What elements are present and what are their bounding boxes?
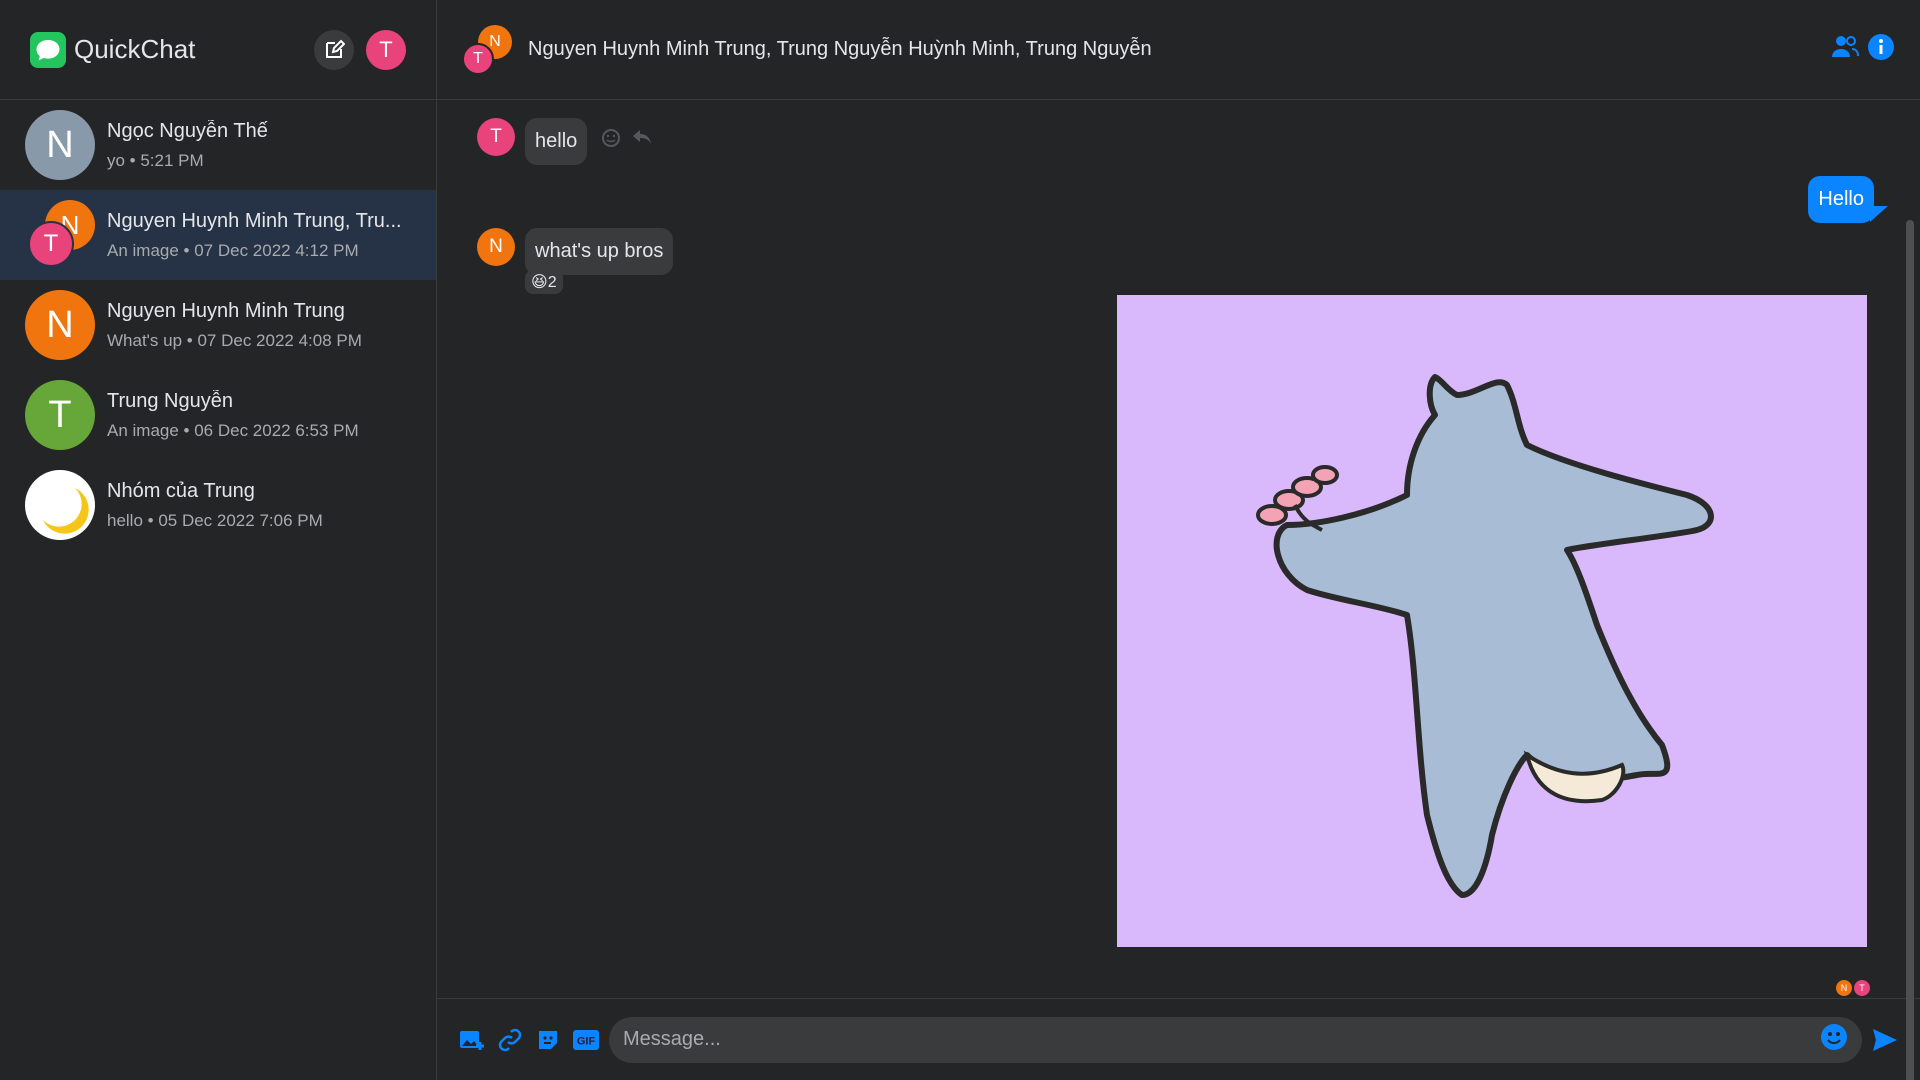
group-avatar: N T	[25, 200, 95, 270]
cat-illustration	[1117, 295, 1867, 947]
message-bubble[interactable]: hello	[525, 118, 588, 165]
avatar: T	[28, 221, 74, 267]
conversation-list: N Ngọc Nguyễn Thế yo • 5:21 PM N T Nguye…	[0, 100, 436, 1080]
conversation-name: Ngọc Nguyễn Thế	[107, 119, 268, 142]
avatar: N	[1836, 980, 1852, 996]
conversation-name: Nguyen Huynh Minh Trung, Tru...	[107, 209, 402, 232]
conversation-item[interactable]: N T Nguyen Huynh Minh Trung, Tru... An i…	[0, 190, 436, 280]
message-input-wrapper	[609, 1016, 1862, 1063]
conversation-name: Nguyen Huynh Minh Trung	[107, 299, 345, 322]
sticker-icon[interactable]	[533, 1025, 563, 1055]
avatar: T	[25, 380, 95, 450]
chat-header: N T Nguyen Huynh Minh Trung, Trung Nguyễ…	[437, 0, 1920, 100]
moon-icon	[25, 470, 95, 540]
avatar: N	[25, 290, 95, 360]
seen-indicator: N T	[1836, 980, 1870, 996]
conversation-name: Nhóm của Trung	[107, 479, 255, 502]
message-row: N what's up bros	[477, 228, 674, 275]
avatar: T	[1854, 980, 1870, 996]
message-input[interactable]	[623, 1028, 1820, 1051]
reply-icon[interactable]	[631, 128, 653, 152]
conversation-item[interactable]: Nhóm của Trung hello • 05 Dec 2022 7:06 …	[0, 460, 436, 550]
conversation-preview: What's up • 07 Dec 2022 4:08 PM	[107, 330, 362, 350]
scrollbar[interactable]	[1906, 220, 1914, 1080]
message-list: T hello Hello N what's up bros 😆2 N T	[437, 100, 1920, 1080]
avatar: N	[477, 228, 515, 266]
chat-title: Nguyen Huynh Minh Trung, Trung Nguyễn Hu…	[528, 38, 1152, 60]
chat-bubble-icon	[30, 31, 66, 68]
conversation-preview: hello • 05 Dec 2022 7:06 PM	[107, 510, 323, 530]
conversation-item[interactable]: N Ngọc Nguyễn Thế yo • 5:21 PM	[0, 100, 436, 190]
image-message[interactable]	[1117, 295, 1867, 947]
send-icon[interactable]	[1870, 1025, 1900, 1055]
info-button[interactable]	[1867, 33, 1895, 66]
sidebar: QuickChat T N Ngọc Nguyễn Thế yo • 5:21 …	[0, 0, 437, 1080]
conversation-preview: An image • 07 Dec 2022 4:12 PM	[107, 240, 359, 260]
avatar: N	[25, 110, 95, 180]
message-row: T hello	[477, 118, 653, 165]
svg-text:GIF: GIF	[577, 1035, 596, 1047]
members-button[interactable]	[1831, 34, 1859, 65]
emoji-react-icon[interactable]	[601, 128, 621, 154]
reaction-emoji-icon: 😆	[531, 274, 548, 291]
add-image-icon[interactable]	[457, 1025, 487, 1055]
app-name: QuickChat	[74, 34, 196, 64]
reaction-count: 2	[547, 274, 557, 291]
message-bubble-own[interactable]: Hello	[1808, 176, 1874, 223]
composer: GIF	[437, 998, 1920, 1080]
conversation-preview: An image • 06 Dec 2022 6:53 PM	[107, 420, 359, 440]
message-bubble[interactable]: what's up bros	[525, 228, 674, 275]
avatar: T	[462, 42, 494, 75]
brand: QuickChat	[30, 31, 314, 68]
conversation-preview: yo • 5:21 PM	[107, 150, 204, 170]
emoji-icon[interactable]	[1820, 1023, 1848, 1057]
conversation-item[interactable]: N Nguyen Huynh Minh Trung What's up • 07…	[0, 280, 436, 370]
chat-panel: N T Nguyen Huynh Minh Trung, Trung Nguyễ…	[437, 0, 1920, 1080]
group-avatar: N T	[462, 24, 512, 75]
new-chat-button[interactable]	[314, 29, 354, 70]
link-icon[interactable]	[495, 1025, 525, 1055]
sidebar-header: QuickChat T	[0, 0, 436, 100]
edit-icon	[326, 39, 345, 58]
bubble-tail	[1870, 206, 1888, 222]
conversation-name: Trung Nguyễn	[107, 389, 233, 412]
reaction-badge[interactable]: 😆2	[525, 270, 563, 294]
info-icon	[1868, 34, 1894, 60]
conversation-item[interactable]: T Trung Nguyễn An image • 06 Dec 2022 6:…	[0, 370, 436, 460]
users-icon	[1832, 36, 1859, 57]
user-avatar[interactable]: T	[366, 29, 406, 70]
gif-icon[interactable]: GIF	[571, 1025, 601, 1055]
avatar: T	[477, 118, 515, 156]
